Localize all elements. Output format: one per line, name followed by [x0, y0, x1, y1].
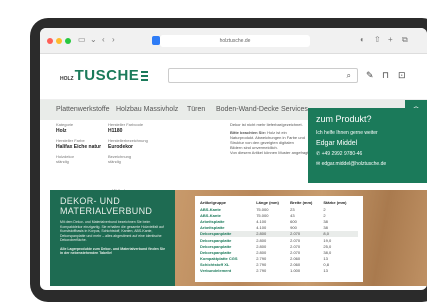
back-icon[interactable]: ‹ [102, 35, 105, 44]
contact-name: Edgar Middel [316, 140, 358, 147]
search-input[interactable]: ⌕ [168, 68, 358, 83]
column-header: Breite (mm) [290, 200, 313, 205]
table-row[interactable]: Verbundelement 2.790 1.000 13 [200, 268, 358, 274]
nav-item-boden[interactable]: Boden-Wand-Decke [216, 106, 279, 113]
table-header-row: Artikelgruppe Länge (mm) Breite (mm) Stä… [200, 199, 358, 206]
share-icon[interactable]: ⇧ [374, 35, 381, 44]
contact-subline: Ich helfe Ihnen gerne weiter [316, 130, 378, 136]
material-table: Artikelgruppe Länge (mm) Breite (mm) Stä… [195, 196, 363, 282]
dekor-title: DEKOR- UND MATERIALVERBUND [60, 196, 153, 216]
column-header: Artikelgruppe [200, 200, 227, 205]
column-header: Länge (mm) [256, 200, 279, 205]
dekor-description: Mit dem Dekor- und Materialverbund bezei… [60, 220, 164, 242]
address-bar[interactable]: holztusche.de [160, 35, 310, 47]
nav-item-plattenwerkstoffe[interactable]: Plattenwerkstoffe [56, 106, 110, 113]
browser-toolbar: ▭ ⌄ ‹ › holztusche.de ◐ ⇧ + ⧉ [40, 28, 427, 54]
forward-icon[interactable]: › [112, 35, 115, 44]
dekor-section: DEKOR- UND MATERIALVERBUND Mit dem Dekor… [50, 190, 175, 286]
privacy-icon[interactable]: ◐ [360, 35, 365, 44]
tabs-overview-icon[interactable]: ⧉ [402, 35, 408, 45]
availability-note: Dekor ist nicht mehr lieferbar/gezeichne… [230, 122, 303, 127]
contact-heading: zum Produkt? [316, 114, 372, 124]
shield-icon[interactable] [152, 36, 160, 45]
contact-phone[interactable]: ✆ +49 2992 9780-46 [316, 151, 419, 157]
chevron-down-icon[interactable]: ⌄ [90, 35, 97, 44]
site-logo[interactable]: HOLZ TUSCHE [60, 67, 149, 84]
cart-icon[interactable]: ⊡ [398, 70, 406, 81]
nav-item-tueren[interactable]: Türen [187, 106, 205, 113]
logo-small-text: HOLZ [60, 76, 74, 82]
spec-item: Holzdekor ständig [56, 154, 75, 164]
logo-main-text: TUSCHE [74, 67, 140, 84]
spec-item: Hersteller Farbcode H1180 [108, 122, 144, 134]
sidebar-icon[interactable]: ▭ [78, 35, 86, 44]
lock-icon[interactable]: ⊓ [382, 70, 389, 81]
spec-item: Bezeichnung ständig [108, 154, 132, 164]
spec-item: Herstellerbezeichnung Eurodekor [108, 138, 148, 150]
browser-window: ▭ ⌄ ‹ › holztusche.de ◐ ⇧ + ⧉ HOLZ TUSCH… [40, 28, 427, 290]
contact-email[interactable]: ✉ edgar.middel@holztusche.de [316, 161, 419, 167]
search-icon[interactable]: ⌕ [347, 71, 351, 81]
phone-icon: ✆ [316, 151, 321, 157]
column-header: Stärke (mm) [323, 200, 347, 205]
zoom-window-button[interactable] [65, 38, 71, 44]
logo-lines-icon [141, 71, 149, 81]
spec-item: Kategorie Holz [56, 122, 74, 134]
close-window-button[interactable] [47, 38, 53, 44]
site-header: HOLZ TUSCHE ⌕ ✎ ⊓ ⊡ [40, 54, 427, 100]
contact-panel: zum Produkt? Ich helfe Ihnen gerne weite… [308, 108, 427, 183]
dekor-hint: Alle Lagerprodukte zum Dekor- und Materi… [60, 246, 166, 256]
pencil-icon[interactable]: ✎ [366, 70, 374, 81]
spec-item: Hersteller Farbe Halifax Eiche natur [56, 138, 102, 150]
minimize-window-button[interactable] [56, 38, 62, 44]
mail-icon: ✉ [316, 161, 321, 167]
nav-item-services[interactable]: Services [281, 106, 308, 113]
nav-item-holzbau[interactable]: Holzbau Massivholz [116, 106, 178, 113]
new-tab-icon[interactable]: + [388, 35, 393, 44]
natural-product-note: Bitte beachten Sie: Holz ist ein Naturpr… [230, 130, 305, 150]
